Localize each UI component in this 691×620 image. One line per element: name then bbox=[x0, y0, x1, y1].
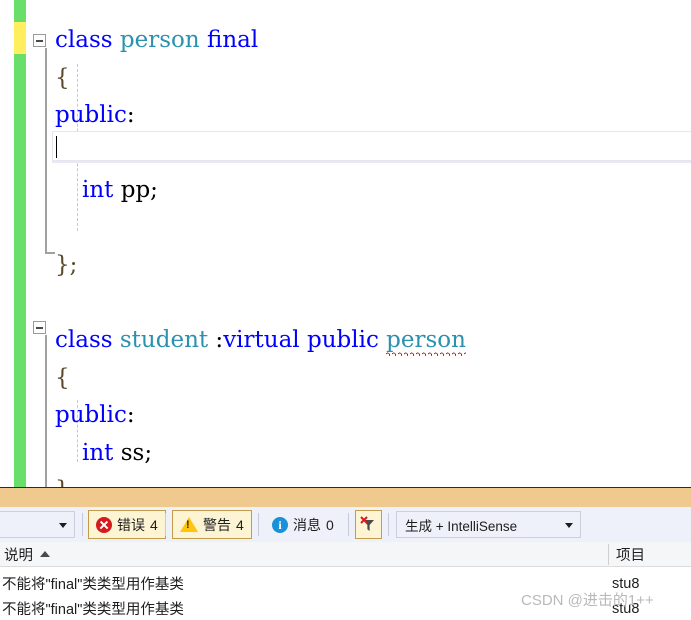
panel-splitter[interactable] bbox=[0, 487, 691, 507]
track-segment-unsaved bbox=[14, 22, 26, 54]
change-tracking-bar bbox=[14, 0, 26, 487]
code-token: ss; bbox=[113, 439, 153, 466]
messages-filter-button[interactable]: 消息 0 bbox=[264, 510, 342, 539]
code-line[interactable]: }; bbox=[55, 477, 77, 488]
toolbar-separator bbox=[82, 513, 83, 536]
fold-bracket-person-class bbox=[45, 48, 47, 252]
error-list-row[interactable]: 不能将"final"类类型用作基类 stu8 bbox=[0, 571, 691, 596]
fold-toggle-person-class[interactable] bbox=[33, 34, 46, 47]
code-line[interactable]: public: bbox=[55, 404, 135, 427]
scope-filter-combo[interactable] bbox=[0, 511, 75, 538]
fold-bracket-student-class bbox=[45, 335, 47, 487]
fold-bracket-foot-person-class bbox=[45, 252, 55, 254]
code-token: int bbox=[82, 177, 114, 203]
sort-ascending-icon bbox=[40, 551, 50, 557]
error-icon bbox=[96, 516, 112, 533]
code-line[interactable]: int ss; bbox=[82, 439, 153, 466]
code-line[interactable]: { bbox=[55, 64, 70, 91]
warnings-filter-button[interactable]: 警告 4 bbox=[172, 510, 252, 539]
build-filter-value: 生成 + IntelliSense bbox=[405, 518, 518, 534]
error-list-row[interactable]: 不能将"final"类类型用作基类 stu8 bbox=[0, 596, 691, 620]
code-line[interactable]: { bbox=[55, 364, 70, 391]
code-token: }; bbox=[55, 252, 78, 278]
code-token-error: person bbox=[386, 327, 466, 356]
messages-count: 0 bbox=[326, 516, 334, 533]
error-row-description: 不能将"final"类类型用作基类 bbox=[2, 602, 184, 618]
toolbar-separator bbox=[348, 513, 349, 536]
error-list-header: 说明 项目 bbox=[0, 542, 691, 567]
error-row-description: 不能将"final"类类型用作基类 bbox=[2, 577, 184, 593]
errors-label: 错误 bbox=[117, 516, 145, 533]
visual-studio-window: class person final { public: int pp;}; class… bbox=[0, 0, 691, 620]
column-header-project-label: 项目 bbox=[616, 547, 645, 564]
messages-label: 消息 bbox=[293, 516, 321, 533]
track-segment-saved bbox=[14, 54, 26, 487]
code-token: : bbox=[126, 102, 135, 128]
code-token: public bbox=[306, 327, 379, 353]
code-token: }; bbox=[55, 477, 77, 488]
track-segment-saved bbox=[14, 0, 26, 22]
code-token: : bbox=[208, 327, 224, 353]
code-token: public bbox=[55, 102, 127, 128]
chevron-down-icon bbox=[565, 522, 573, 528]
code-editor[interactable]: class person final { public: int pp;}; class… bbox=[0, 0, 691, 487]
code-token: { bbox=[55, 64, 70, 91]
warning-icon bbox=[180, 517, 198, 532]
column-header-project[interactable]: 项目 bbox=[612, 542, 645, 566]
toolbar-separator bbox=[388, 513, 389, 536]
info-icon bbox=[272, 516, 288, 533]
toolbar-separator bbox=[165, 513, 166, 536]
text-caret bbox=[56, 136, 57, 158]
chevron-down-icon bbox=[59, 522, 67, 528]
column-header-description[interactable]: 说明 bbox=[0, 542, 50, 566]
code-token: pp; bbox=[113, 177, 158, 203]
warnings-label: 警告 bbox=[203, 516, 231, 533]
current-line-highlight[interactable] bbox=[52, 131, 691, 161]
toolbar-separator bbox=[258, 513, 259, 536]
code-token: person bbox=[119, 27, 200, 53]
error-list-grid[interactable]: 说明 项目 不能将"final"类类型用作基类 stu8 不能将"final"类类型… bbox=[0, 542, 691, 620]
error-row-project: stu8 bbox=[612, 600, 640, 617]
code-token: class bbox=[55, 327, 113, 353]
code-line[interactable]: class person final bbox=[55, 29, 258, 52]
column-header-description-label: 说明 bbox=[4, 547, 33, 564]
code-token: virtual bbox=[223, 327, 300, 353]
code-token: { bbox=[55, 364, 70, 391]
error-row-project: stu8 bbox=[612, 575, 640, 592]
code-token: int bbox=[82, 439, 114, 466]
build-filter-combo[interactable]: 生成 + IntelliSense bbox=[396, 511, 581, 538]
fold-toggle-student-class[interactable] bbox=[33, 321, 46, 334]
warnings-count: 4 bbox=[236, 516, 244, 533]
error-list-toolbar: 错误 4 警告 4 消息 0 生成 + IntelliS bbox=[0, 507, 691, 542]
clear-filter-icon bbox=[360, 516, 377, 533]
code-token: final bbox=[206, 27, 259, 53]
code-token: public bbox=[55, 402, 127, 428]
code-token: class bbox=[55, 27, 113, 53]
column-divider[interactable] bbox=[608, 544, 609, 565]
errors-filter-button[interactable]: 错误 4 bbox=[88, 510, 166, 539]
code-line[interactable]: }; bbox=[55, 254, 77, 277]
code-line[interactable]: class student :virtual public person bbox=[55, 327, 466, 356]
code-token: : bbox=[126, 402, 135, 428]
errors-count: 4 bbox=[150, 516, 158, 533]
clear-filter-button[interactable] bbox=[355, 510, 382, 539]
code-line[interactable]: int pp; bbox=[82, 179, 158, 202]
code-line[interactable]: public: bbox=[55, 104, 135, 127]
code-token: student bbox=[119, 327, 209, 353]
